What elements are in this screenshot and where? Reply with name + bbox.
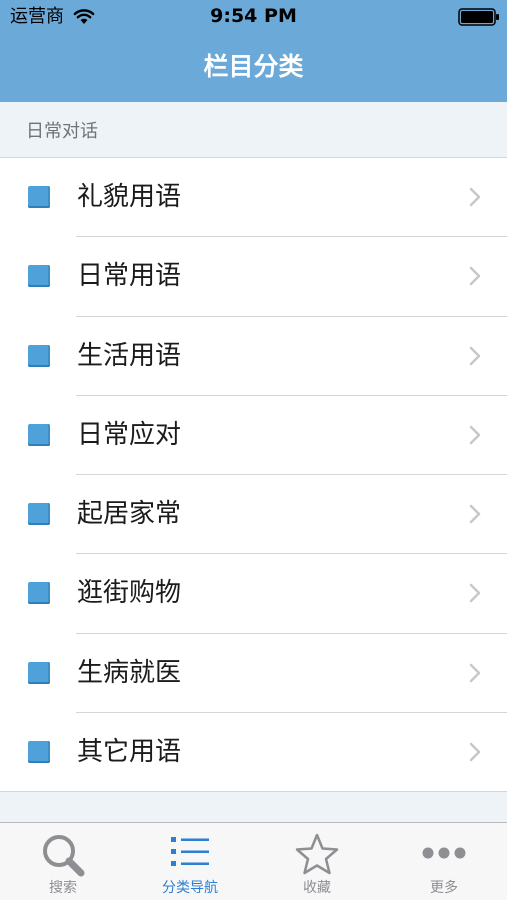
tab-search[interactable]: 搜索 bbox=[0, 823, 126, 900]
tab-favorites[interactable]: 收藏 bbox=[254, 823, 380, 900]
list-item-label: 生病就医 bbox=[77, 657, 182, 688]
list-item-label: 起居家常 bbox=[77, 499, 182, 530]
more-icon bbox=[381, 831, 507, 879]
star-icon bbox=[254, 831, 380, 879]
tab-categories[interactable]: 分类导航 bbox=[127, 823, 253, 900]
list-item-label: 其它用语 bbox=[77, 737, 182, 768]
square-bullet-icon bbox=[28, 265, 50, 288]
square-bullet-icon bbox=[28, 741, 50, 764]
chevron-right-icon bbox=[468, 345, 482, 371]
list-item-label: 礼貌用语 bbox=[77, 182, 182, 212]
square-bullet-icon bbox=[28, 582, 50, 605]
list-item[interactable]: 日常用语 bbox=[0, 237, 507, 317]
battery-icon bbox=[458, 8, 500, 30]
list-item[interactable]: 生病就医 bbox=[0, 633, 507, 714]
chevron-right-icon bbox=[468, 582, 482, 608]
list-item[interactable]: 起居家常 bbox=[0, 475, 507, 555]
list-item-label: 日常应对 bbox=[77, 419, 182, 450]
tab-label: 更多 bbox=[430, 880, 458, 896]
list-item-label: 逛街购物 bbox=[77, 578, 182, 609]
chevron-right-icon bbox=[468, 662, 482, 688]
category-list: 礼貌用语 日常用语 生活用语 日常应对 起居家常 逛街购物 生病就医 其它用语 bbox=[0, 158, 507, 793]
square-bullet-icon bbox=[28, 344, 50, 367]
list-item-label: 日常用语 bbox=[77, 261, 182, 292]
list-item[interactable]: 生活用语 bbox=[0, 316, 507, 396]
chevron-right-icon bbox=[468, 503, 482, 529]
square-bullet-icon bbox=[28, 661, 50, 684]
tab-label: 收藏 bbox=[303, 880, 331, 896]
navigation-bar: 运营商 9:54 PM 栏目分类 bbox=[0, 0, 507, 102]
chevron-right-icon bbox=[468, 186, 482, 212]
list-item[interactable]: 其它用语 bbox=[0, 713, 507, 793]
chevron-right-icon bbox=[468, 741, 482, 767]
chevron-right-icon bbox=[468, 265, 482, 291]
clock: 9:54 PM bbox=[210, 5, 297, 27]
status-bar: 运营商 9:54 PM bbox=[0, 0, 507, 34]
tab-more[interactable]: 更多 bbox=[381, 823, 507, 900]
list-item[interactable]: 日常应对 bbox=[0, 395, 507, 476]
square-bullet-icon bbox=[28, 423, 50, 446]
page-title: 栏目分类 bbox=[203, 52, 304, 81]
tab-label: 搜索 bbox=[49, 880, 77, 896]
search-icon bbox=[0, 831, 126, 879]
list-item[interactable]: 逛街购物 bbox=[0, 554, 507, 634]
list-item[interactable]: 礼貌用语 bbox=[0, 158, 507, 238]
list-item-label: 生活用语 bbox=[77, 340, 182, 371]
square-bullet-icon bbox=[28, 186, 50, 208]
tab-label: 分类导航 bbox=[162, 880, 218, 896]
section-header: 日常对话 bbox=[0, 102, 507, 158]
square-bullet-icon bbox=[28, 503, 50, 526]
list-icon bbox=[127, 831, 253, 879]
list-footer bbox=[0, 792, 507, 822]
chevron-right-icon bbox=[468, 424, 482, 450]
tab-bar: 搜索 分类导航 收藏 更多 bbox=[0, 822, 507, 900]
section-title: 日常对话 bbox=[26, 121, 98, 142]
